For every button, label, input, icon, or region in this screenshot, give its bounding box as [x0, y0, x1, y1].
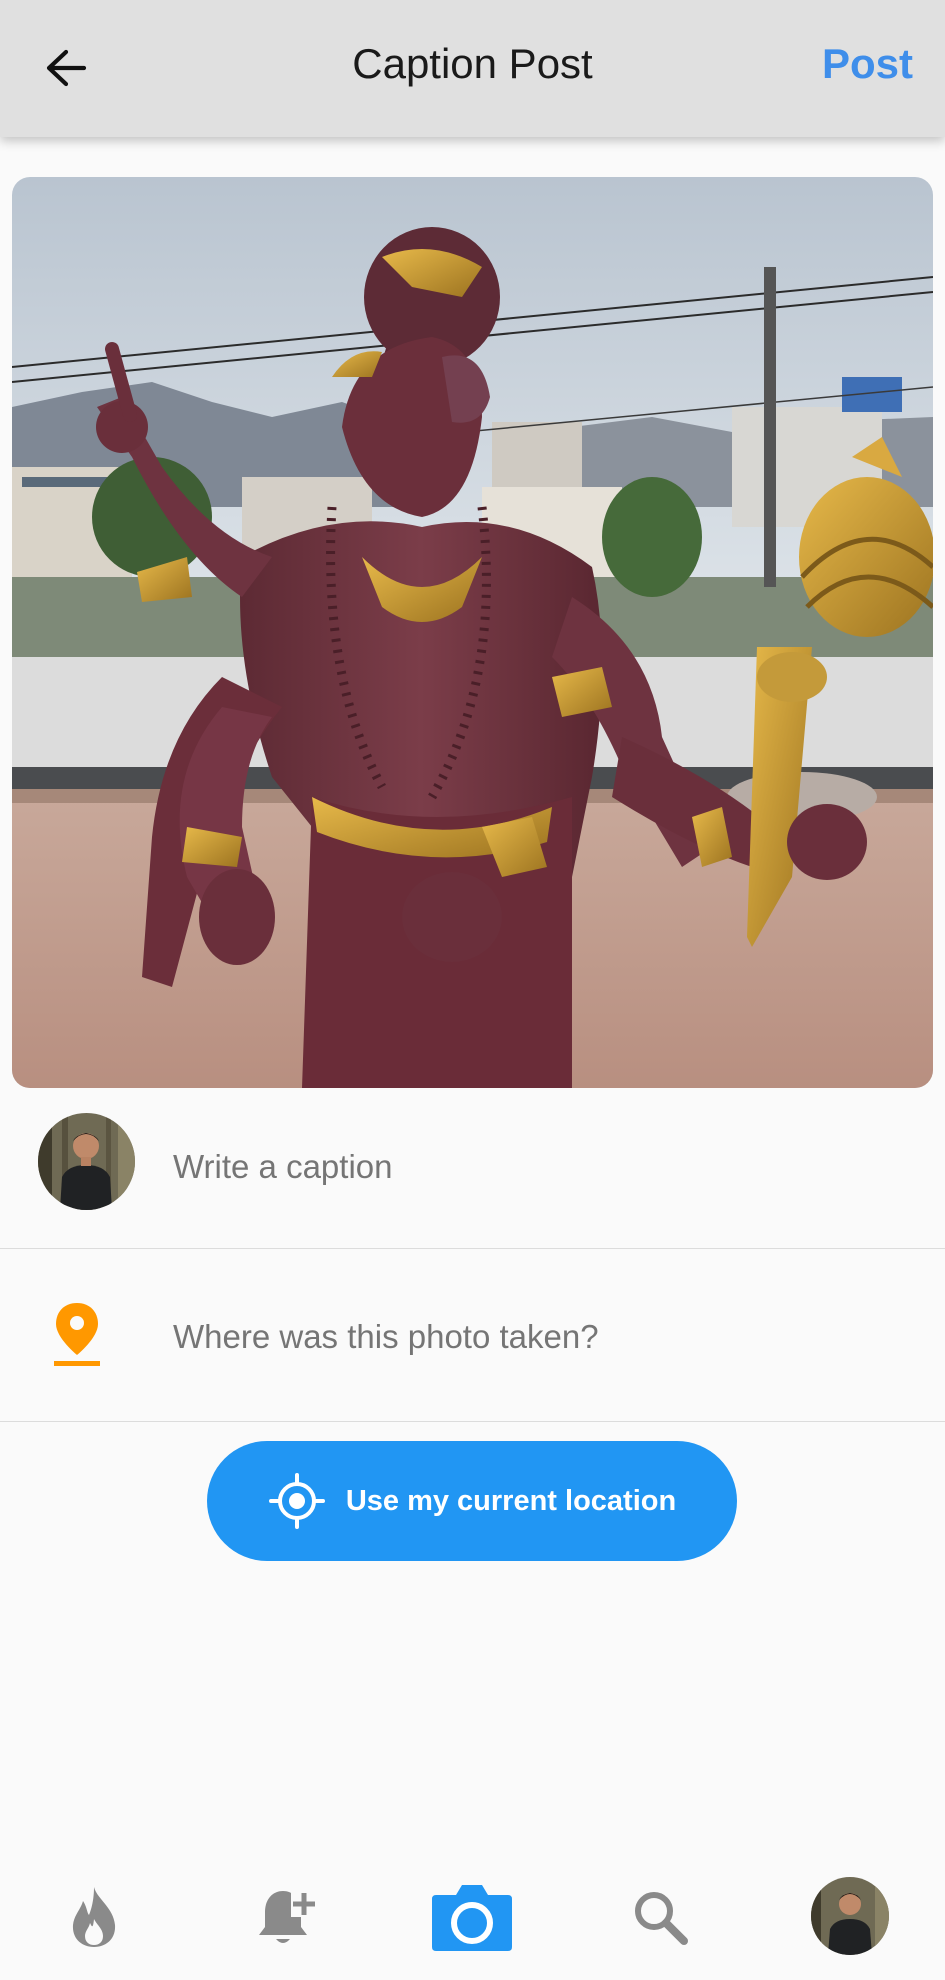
location-row[interactable]	[0, 1249, 945, 1421]
location-input[interactable]	[173, 1315, 893, 1359]
flame-icon	[72, 1887, 116, 1947]
app-bar: Caption Post Post	[0, 0, 945, 137]
back-button[interactable]	[36, 38, 96, 98]
search-icon	[635, 1892, 688, 1945]
divider	[0, 1421, 945, 1422]
use-current-location-button[interactable]: Use my current location	[207, 1441, 737, 1561]
caption-row[interactable]	[0, 1088, 945, 1248]
nav-search[interactable]	[615, 1872, 705, 1962]
nav-notifications[interactable]	[243, 1872, 333, 1962]
nav-profile-avatar[interactable]	[811, 1877, 889, 1955]
bottom-navigation	[0, 1862, 945, 1980]
caption-input[interactable]	[173, 1145, 893, 1189]
photo-preview	[12, 177, 933, 1088]
arrow-left-icon	[46, 49, 87, 87]
nav-trending[interactable]	[49, 1872, 139, 1962]
page-title: Caption Post	[352, 40, 593, 87]
post-button[interactable]: Post	[822, 40, 913, 88]
avatar	[38, 1113, 135, 1210]
nav-camera[interactable]	[427, 1872, 517, 1962]
bell-plus-icon	[259, 1891, 317, 1943]
use-current-location-label: Use my current location	[345, 1484, 677, 1517]
camera-icon	[432, 1885, 512, 1951]
location-pin-icon	[54, 1303, 100, 1366]
crosshair-icon	[268, 1473, 325, 1529]
